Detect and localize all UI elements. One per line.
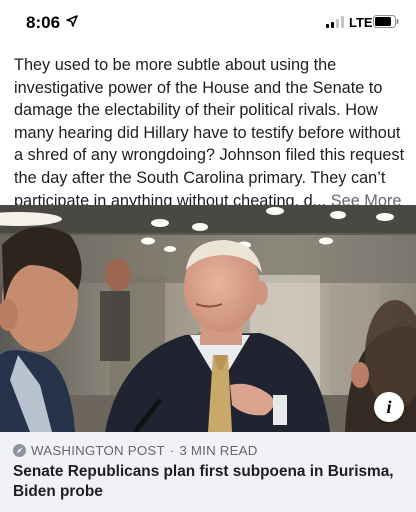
status-time: 8:06 xyxy=(26,13,61,32)
link-preview-image[interactable]: i xyxy=(0,205,416,432)
network-type: LTE xyxy=(349,15,373,30)
post-text: They used to be more subtle about using … xyxy=(14,54,406,212)
compass-icon xyxy=(13,443,26,457)
source-row: WASHINGTON POST · 3 MIN READ xyxy=(13,442,258,458)
link-preview-footer[interactable]: WASHINGTON POST · 3 MIN READ Senate Repu… xyxy=(0,432,416,512)
read-time: 3 MIN READ xyxy=(179,442,258,458)
battery-icon xyxy=(373,15,399,28)
article-headline[interactable]: Senate Republicans plan first subpoena i… xyxy=(13,462,408,502)
meta-separator: · xyxy=(169,442,175,458)
info-button[interactable]: i xyxy=(374,392,404,422)
info-icon: i xyxy=(386,396,392,417)
post-body: They used to be more subtle about using … xyxy=(14,56,405,210)
source-name: WASHINGTON POST xyxy=(31,442,165,458)
news-photo xyxy=(0,205,416,432)
status-bar: 8:06 LTE xyxy=(0,0,416,48)
location-arrow-icon xyxy=(66,15,78,27)
cellular-signal-icon xyxy=(326,16,346,28)
